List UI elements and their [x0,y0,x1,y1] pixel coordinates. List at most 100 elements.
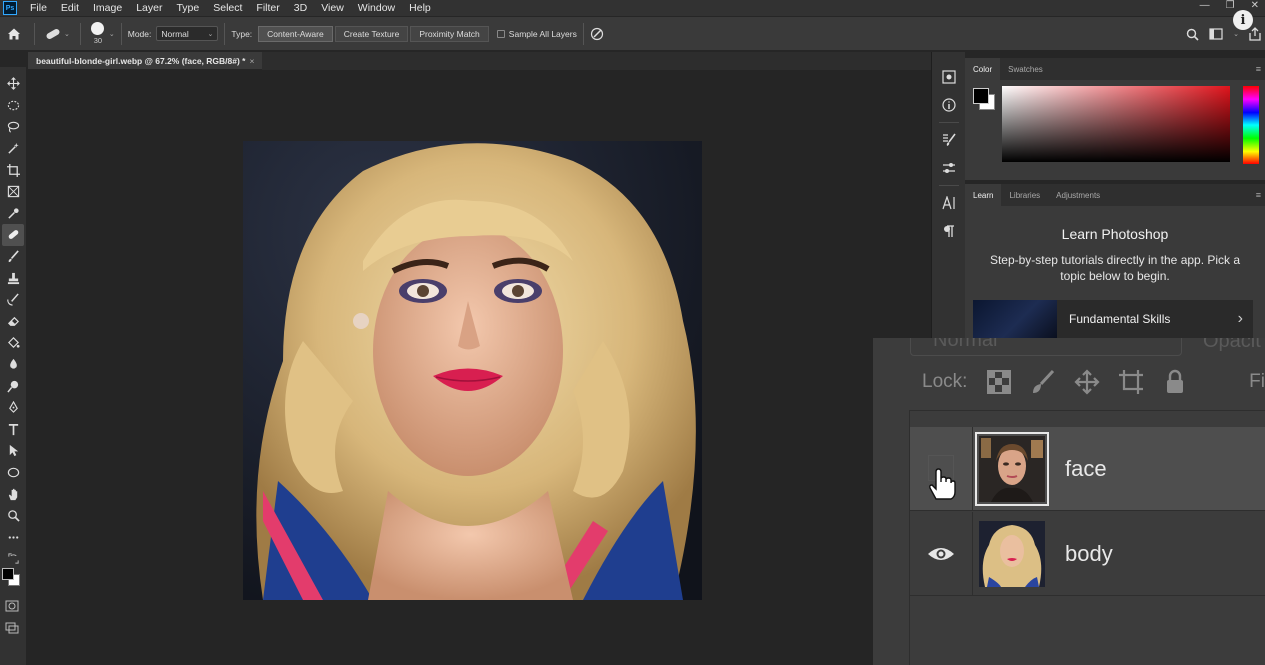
tab-color[interactable]: Color [965,58,1001,80]
brush-settings-icon[interactable] [938,129,960,151]
menu-filter[interactable]: Filter [249,2,286,14]
portrait-image [243,141,702,600]
properties-icon[interactable] [938,66,960,88]
workspace-icon[interactable] [1209,28,1223,40]
zoom-tool-icon[interactable] [2,505,24,527]
menu-edit[interactable]: Edit [54,2,86,14]
lock-transparent-pixels-icon[interactable] [981,364,1017,400]
move-tool-icon[interactable] [2,73,24,95]
layers-panel-zoom: Normal Opacit Lock: Fi face body [873,338,1265,665]
layer-name-face[interactable]: face [1065,456,1107,482]
mode-select[interactable]: Normal ⌄ [156,26,219,41]
chevron-right-icon: › [1237,310,1243,327]
fundamental-skills-card[interactable]: Fundamental Skills › [973,300,1253,338]
lasso-tool-icon[interactable] [2,116,24,138]
layer-thumbnail-face [975,431,1049,506]
layer-row-face[interactable]: face [910,426,1265,511]
lock-artboard-icon[interactable] [1113,364,1149,400]
menu-image[interactable]: Image [86,2,129,14]
menu-window[interactable]: Window [351,2,402,14]
content-aware-button[interactable]: Content-Aware [258,25,333,42]
swap-colors-icon[interactable] [2,548,24,570]
eyedropper-tool-icon[interactable] [2,203,24,225]
eraser-tool-icon[interactable] [2,311,24,333]
menu-view[interactable]: View [314,2,351,14]
foreground-color-swatch[interactable] [2,568,14,580]
lock-row: Lock: Fi [910,360,1265,404]
menu-3d[interactable]: 3D [287,2,314,14]
ellipse-tool-icon[interactable] [2,462,24,484]
brush-tool-icon[interactable] [2,246,24,268]
menu-file[interactable]: File [23,2,54,14]
quick-mask-icon[interactable] [5,600,19,612]
panel-menu-icon[interactable]: ≡ [1256,64,1261,74]
window-controls: — ❐ ✕ [1200,0,1259,11]
history-brush-tool-icon[interactable] [2,289,24,311]
tab-swatches[interactable]: Swatches [1000,58,1051,80]
options-right-icons: ⌄ [1186,17,1265,51]
minimize-icon[interactable]: — [1200,0,1210,11]
layer-row-body[interactable]: body [910,511,1265,596]
adjustments-icon[interactable] [938,157,960,179]
panel-menu-icon[interactable]: ≡ [1256,190,1261,200]
tab-libraries[interactable]: Libraries [1001,184,1048,206]
chevron-down-icon[interactable]: ⌄ [109,30,115,38]
color-panel: Color Swatches ≡ [965,58,1265,180]
crop-tool-icon[interactable] [2,159,24,181]
info-panel-icon[interactable] [938,94,960,116]
tool-preset-picker[interactable]: ⌄ [41,28,74,40]
magic-wand-tool-icon[interactable] [2,138,24,160]
create-texture-button[interactable]: Create Texture [334,25,409,42]
layer-visibility-toggle[interactable] [910,511,973,596]
search-icon[interactable] [1186,28,1199,41]
clone-stamp-tool-icon[interactable] [2,267,24,289]
info-icon[interactable]: i [1233,10,1253,30]
learn-panel-tabs: Learn Libraries Adjustments ≡ [965,184,1265,206]
hue-slider[interactable] [1243,86,1259,164]
marquee-tool-icon[interactable] [2,95,24,117]
photoshop-logo-icon: Ps [3,1,17,15]
menu-select[interactable]: Select [206,2,249,14]
path-selection-tool-icon[interactable] [2,440,24,462]
layer-visibility-toggle[interactable] [910,426,973,511]
character-icon[interactable] [938,192,960,214]
sample-all-layers-checkbox[interactable] [496,29,505,38]
foreground-color-chip[interactable] [973,88,989,104]
proximity-match-button[interactable]: Proximity Match [410,25,489,42]
pressure-size-icon[interactable] [590,27,604,41]
paint-bucket-tool-icon[interactable] [2,332,24,354]
type-tool-icon[interactable] [2,419,24,441]
color-picker-field[interactable] [1002,86,1230,162]
document-tab[interactable]: beautiful-blonde-girl.webp @ 67.2% (face… [28,52,263,70]
lock-all-icon[interactable] [1157,364,1193,400]
fill-label: Fi [1249,371,1265,392]
blur-tool-icon[interactable] [2,354,24,376]
more-tools-icon[interactable] [2,526,24,548]
home-icon[interactable] [0,19,28,49]
close-window-icon[interactable]: ✕ [1251,0,1259,11]
sample-all-layers-label: Sample All Layers [508,28,577,39]
restore-icon[interactable]: ❐ [1226,0,1235,11]
blend-mode-select[interactable]: Normal [910,338,1182,356]
document-photo[interactable] [243,141,702,600]
lock-position-icon[interactable] [1069,364,1105,400]
tab-adjustments[interactable]: Adjustments [1048,184,1108,206]
paragraph-icon[interactable] [938,220,960,242]
chevron-down-icon[interactable]: ⌄ [1233,30,1239,38]
layer-name-body[interactable]: body [1065,541,1113,567]
close-tab-icon[interactable]: × [250,56,255,66]
healing-brush-tool-icon[interactable] [2,224,24,246]
lock-image-pixels-icon[interactable] [1025,364,1061,400]
dodge-tool-icon[interactable] [2,375,24,397]
tab-learn[interactable]: Learn [965,184,1002,206]
pen-tool-icon[interactable] [2,397,24,419]
menu-type[interactable]: Type [169,2,206,14]
chevron-down-icon: ⌄ [64,30,70,38]
screen-mode-icon[interactable] [5,622,19,634]
brush-size-picker[interactable]: 30 [87,22,109,45]
menu-help[interactable]: Help [402,2,438,14]
frame-tool-icon[interactable] [2,181,24,203]
menu-layer[interactable]: Layer [129,2,169,14]
share-icon[interactable] [1249,27,1261,41]
hand-tool-icon[interactable] [2,483,24,505]
